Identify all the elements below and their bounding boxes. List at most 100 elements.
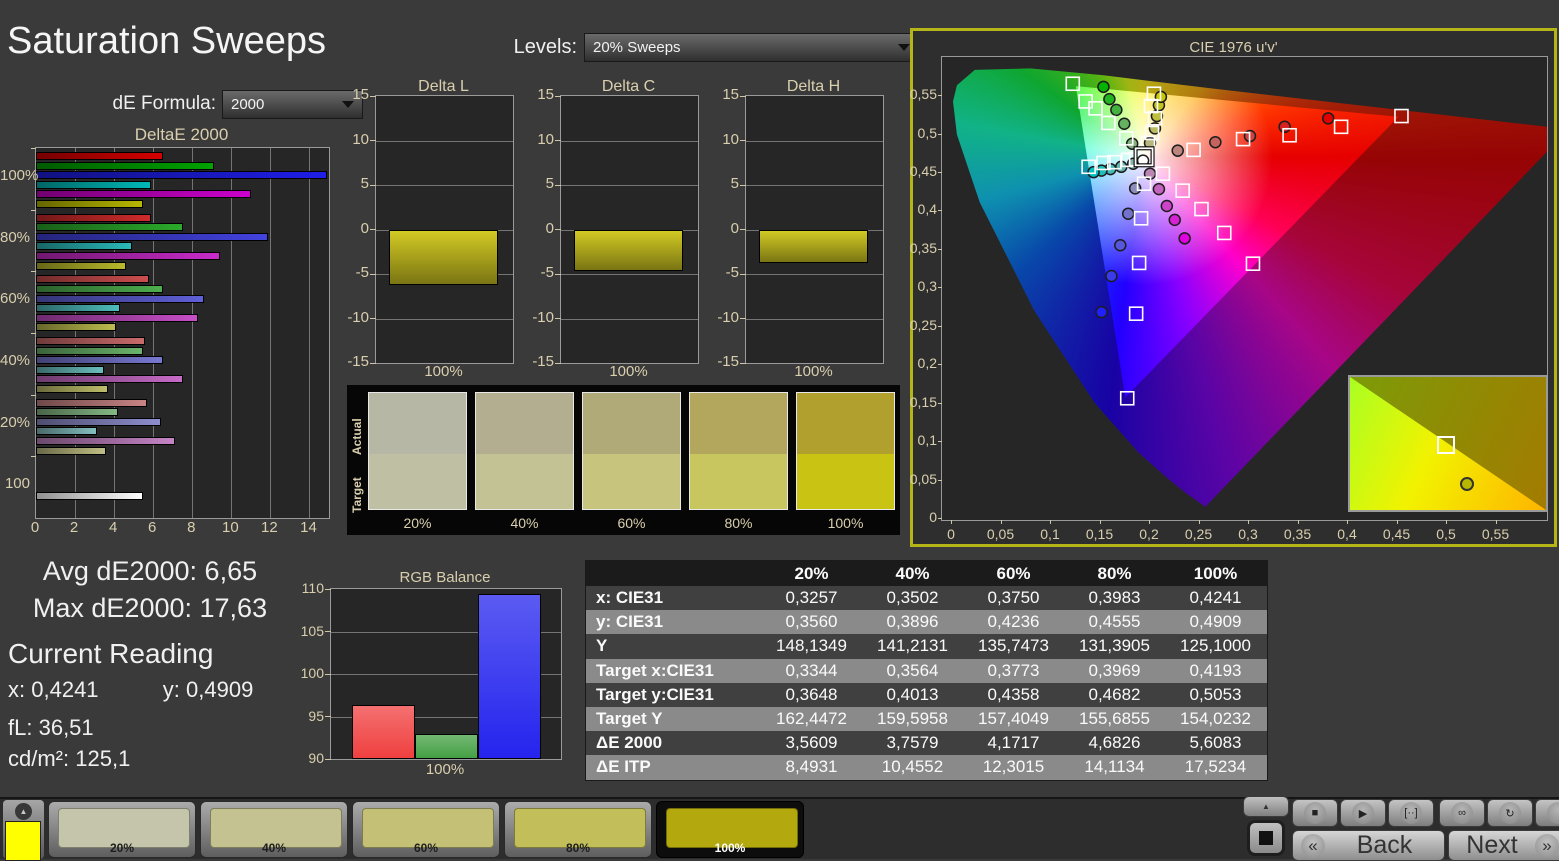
delta-axis-tick (740, 229, 746, 230)
collapse-arrow-button[interactable]: ▲ (1243, 796, 1289, 817)
deltae-axis-tick (31, 333, 36, 334)
y-label: y: (163, 677, 180, 702)
panel-collapse-button[interactable]: ▲ (1243, 796, 1289, 858)
target-green-5 (1066, 77, 1079, 90)
deltae-x-tick-label: 0 (25, 519, 45, 536)
actual-row-label: Actual (350, 391, 364, 455)
levels-dropdown[interactable]: 20% Sweeps (584, 33, 919, 62)
rgb-balance-title: RGB Balance (330, 569, 560, 586)
cie-y-tick (938, 364, 942, 365)
transport-infinity-button[interactable]: ∞ (1439, 799, 1485, 827)
table-value-cell: 0,4013 (862, 683, 963, 707)
cie-y-tick-label: 0,05 (907, 471, 937, 487)
target-magenta-3 (1195, 203, 1208, 216)
delta-gridline (746, 274, 883, 275)
delta-y-tick-label: -10 (703, 309, 739, 326)
delta-y-tick-label: -15 (333, 353, 369, 370)
deltae-group-label: 20% (0, 414, 30, 431)
target-red-4 (1335, 120, 1348, 133)
transport-record-button[interactable] (1535, 799, 1559, 827)
cie-y-tick-label: 0,5 (907, 125, 937, 141)
actual-swatch-20% (368, 392, 467, 454)
transport-stop-button[interactable]: ■ (1292, 799, 1338, 827)
table-header-cell: 100% (1165, 561, 1266, 586)
deltae-chart-title: DeltaE 2000 (35, 125, 328, 145)
patch-button-label: 100% (657, 841, 803, 855)
cie-zoom-inset (1348, 375, 1548, 512)
delta-y-tick-label: -15 (518, 353, 554, 370)
page-title: Saturation Sweeps (7, 20, 326, 63)
delta-y-tick-label: 5 (703, 175, 739, 192)
actual-swatch-80% (689, 392, 788, 454)
deltae-axis-tick (31, 148, 36, 149)
stop-pattern-button[interactable] (1247, 820, 1285, 856)
avg-value: 6,65 (205, 556, 258, 586)
next-button[interactable]: Next» (1448, 830, 1559, 861)
deltae-bar-cyan (36, 242, 132, 250)
table-header-cell: 20% (761, 561, 862, 586)
transport-loop-button[interactable]: ↻ (1487, 799, 1533, 827)
cie-y-tick (938, 134, 942, 135)
target-blue-4 (1130, 307, 1143, 320)
table-value-cell: 0,3502 (862, 586, 963, 610)
cie-y-tick-label: 0,2 (907, 355, 937, 371)
deltae-x-tick-label: 14 (298, 519, 318, 536)
delta-y-tick-label: -5 (333, 264, 369, 281)
table-value-cell: 0,3969 (1064, 659, 1165, 683)
deltae-x-tick-label: 4 (103, 519, 123, 536)
deltae-x-tick-label: 10 (220, 519, 240, 536)
table-value-cell: 14,1134 (1064, 755, 1165, 779)
cie-x-tick (1248, 520, 1249, 524)
deltae-bar-white (36, 492, 143, 500)
delta-gridline (376, 319, 513, 320)
rgb-balance-plot (330, 588, 562, 760)
table-value-cell: 0,4555 (1064, 610, 1165, 634)
patch-button-80%[interactable]: 80% (504, 801, 652, 858)
delta-gridline (746, 141, 883, 142)
delta-y-tick-label: -10 (333, 309, 369, 326)
rgb-axis-tick (325, 716, 331, 717)
deltae-bar-green (36, 347, 143, 355)
target-swatch-20% (368, 454, 467, 510)
actual-swatch-60% (582, 392, 681, 454)
rgb-y-tick-label: 105 (292, 623, 324, 639)
patch-button-20%[interactable]: 20% (48, 801, 196, 858)
deltae-bar-magenta (36, 437, 175, 445)
deltae-bar-red (36, 337, 145, 345)
deltae-axis-tick (31, 210, 36, 211)
table-value-cell: 125,1000 (1165, 634, 1266, 658)
table-row: Target y:CIE310,36480,40130,43580,46820,… (586, 683, 1267, 707)
patch-button-40%[interactable]: 40% (200, 801, 348, 858)
table-row: x: CIE310,32570,35020,37500,39830,4241 (586, 586, 1267, 610)
deltae-bar-yellow (36, 385, 108, 393)
levels-value: 20% Sweeps (593, 39, 681, 56)
delta-y-tick-label: -10 (518, 309, 554, 326)
cie-x-tick (1397, 520, 1398, 524)
table-value-cell: 0,4358 (963, 683, 1064, 707)
rgb-y-tick-label: 95 (292, 708, 324, 724)
transport-frame-marker-button[interactable]: [··] (1388, 799, 1434, 827)
back-button[interactable]: «Back (1292, 830, 1445, 861)
table-row-label: ΔE ITP (586, 755, 761, 779)
patch-button-100%[interactable]: 100% (656, 801, 804, 858)
deltae-bar-green (36, 223, 183, 231)
measured-blue-1 (1130, 183, 1141, 194)
delta-chart-plot (375, 95, 514, 364)
table-value-cell: 0,4909 (1165, 610, 1266, 634)
actual-swatch-100% (796, 392, 895, 454)
delta-axis-tick (555, 140, 561, 141)
transport-play-button[interactable]: ▶ (1340, 799, 1386, 827)
deltae-bar-green (36, 285, 163, 293)
delta-axis-tick (740, 274, 746, 275)
measured-magenta-4 (1169, 214, 1180, 225)
delta-axis-tick (370, 318, 376, 319)
collapse-up-button[interactable]: ▲ (15, 803, 32, 820)
target-blue-3 (1133, 256, 1146, 269)
target-magenta-1 (1156, 167, 1169, 180)
infinity-icon: ∞ (1451, 802, 1473, 824)
patch-button-label: 40% (201, 841, 347, 855)
table-value-cell: 131,3905 (1064, 634, 1165, 658)
target-swatch-100% (796, 454, 895, 510)
cie-y-tick-label: 0,1 (907, 432, 937, 448)
patch-button-60%[interactable]: 60% (352, 801, 500, 858)
